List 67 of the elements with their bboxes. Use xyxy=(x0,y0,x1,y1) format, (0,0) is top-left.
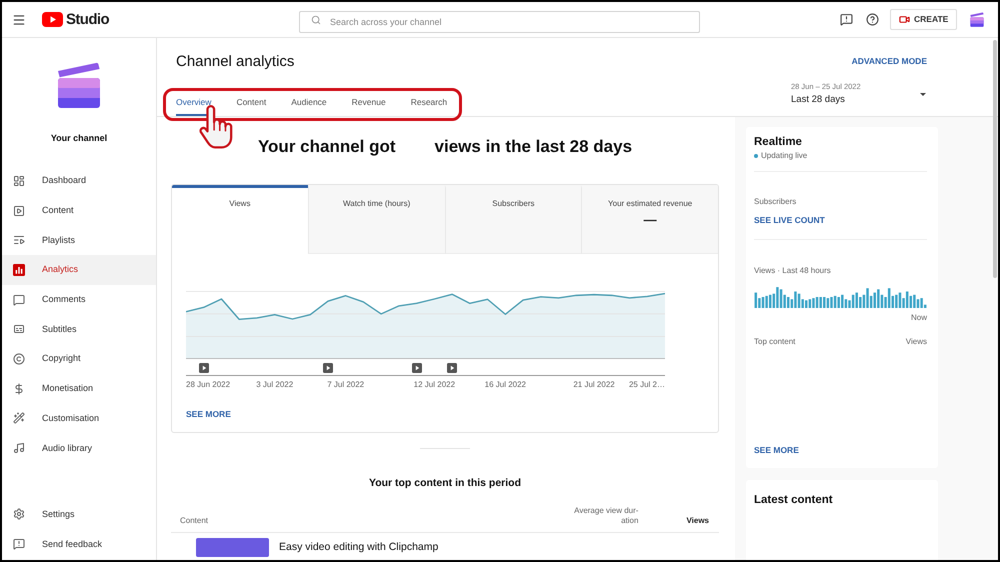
magic-wand-icon xyxy=(13,412,25,424)
help-icon[interactable] xyxy=(866,13,879,26)
sidebar-item[interactable]: Send feedback xyxy=(2,529,156,559)
tab[interactable]: Research xyxy=(410,93,448,116)
music-note-icon xyxy=(13,442,25,454)
sidebar-item[interactable]: Settings xyxy=(2,499,156,529)
feedback-icon xyxy=(13,538,25,550)
axis-label: 28 Jun 2022 xyxy=(186,380,230,390)
tab[interactable]: Content xyxy=(236,93,266,116)
video-marker-icon[interactable] xyxy=(447,363,458,373)
channel-avatar-icon[interactable] xyxy=(970,12,984,27)
play-logo-icon[interactable] xyxy=(42,12,63,27)
metric-label: Views · Last 48 hours xyxy=(754,266,831,276)
settings-icon xyxy=(13,508,25,520)
dollar-icon xyxy=(13,382,25,395)
column-header[interactable]: Average view dur-ation xyxy=(571,506,638,526)
tab[interactable]: Audience xyxy=(291,93,327,116)
dashboard-icon xyxy=(13,174,25,187)
logo-text: Studio xyxy=(66,10,110,28)
sidebar-item[interactable]: Analytics xyxy=(2,255,156,285)
metric-tab[interactable]: Subscribers xyxy=(444,185,582,254)
channel-avatar-icon[interactable] xyxy=(57,62,101,108)
caret-down-icon xyxy=(920,92,926,96)
column-header[interactable]: Views xyxy=(686,516,709,526)
video-marker-icon[interactable] xyxy=(412,363,422,373)
search-field[interactable]: Search across your channel xyxy=(299,10,700,32)
column-header: Views xyxy=(906,337,927,346)
page-title: Channel analytics xyxy=(176,53,294,71)
video-title[interactable]: Easy video editing with Clipchamp xyxy=(279,541,438,554)
metric-tab[interactable]: Your estimated revenue — xyxy=(581,185,718,254)
metric-label: Subscribers xyxy=(754,197,796,207)
axis-label: 7 Jul 2022 xyxy=(327,380,364,390)
card-title: Realtime xyxy=(754,135,802,149)
column-header: Top content xyxy=(754,337,796,346)
channel-name: Your channel xyxy=(50,133,108,143)
video-library-icon xyxy=(13,204,25,217)
see-live-count-link[interactable]: SEE LIVE COUNT xyxy=(754,215,825,225)
menu-icon[interactable] xyxy=(12,12,26,26)
section-title: Your top content in this period xyxy=(368,477,522,490)
axis-label: 21 Jul 2022 xyxy=(573,380,615,390)
search-icon xyxy=(311,14,321,24)
copyright-icon xyxy=(13,352,25,365)
axis-label: 3 Jul 2022 xyxy=(256,380,294,390)
see-more-link[interactable]: SEE MORE xyxy=(186,409,231,419)
comment-icon xyxy=(13,294,25,306)
scrollbar-thumb[interactable] xyxy=(993,40,997,278)
see-more-link[interactable]: SEE MORE xyxy=(754,445,799,455)
video-marker-icon[interactable] xyxy=(198,363,209,373)
advanced-mode-link[interactable]: ADVANCED MODE xyxy=(852,56,927,66)
subtitles-icon xyxy=(13,323,25,336)
headline-text: Your channel got xyxy=(258,136,396,158)
card-title: Latest content xyxy=(754,494,833,506)
video-marker-icon[interactable] xyxy=(322,363,333,373)
axis-label: 16 Jul 2022 xyxy=(484,380,526,390)
create-button[interactable]: CREATE xyxy=(890,9,957,30)
headline-text: views in the last 28 days xyxy=(434,136,632,158)
playlist-icon xyxy=(13,234,25,246)
status-text: Updating live xyxy=(761,151,808,160)
tab[interactable]: Revenue xyxy=(352,93,386,116)
bar-chart-icon xyxy=(13,264,25,276)
axis-label: 12 Jul 2022 xyxy=(414,380,456,390)
axis-label: Now xyxy=(910,313,927,322)
axis-label: 25 Jul 2… xyxy=(628,380,665,390)
feedback-icon[interactable] xyxy=(840,13,853,26)
column-header[interactable]: Content xyxy=(180,516,208,526)
video-camera-icon xyxy=(899,14,910,25)
metric-tab[interactable]: Watch time (hours) xyxy=(308,185,444,254)
